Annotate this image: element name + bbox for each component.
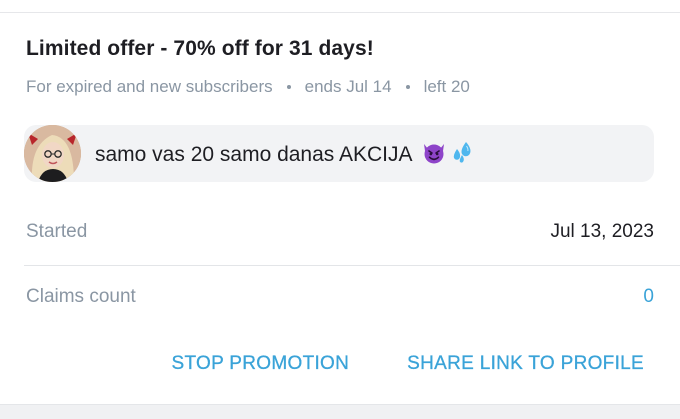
meta-separator-dot	[286, 85, 291, 89]
message-text: samo vas 20 samo danas AKCIJA	[95, 143, 413, 166]
stop-promotion-button[interactable]: STOP PROMOTION	[171, 353, 349, 375]
promotion-actions: STOP PROMOTION SHARE LINK TO PROFILE	[171, 353, 644, 375]
promotion-ends: ends Jul 14	[304, 77, 392, 96]
started-label: Started	[26, 221, 88, 242]
started-value: Jul 13, 2023	[550, 221, 654, 242]
promotion-title: Limited offer - 70% off for 31 days!	[26, 37, 374, 60]
sweat-droplets-emoji-icon	[449, 140, 475, 170]
row-divider	[24, 265, 680, 266]
promotion-audience: For expired and new subscribers	[26, 77, 273, 96]
promotion-message: samo vas 20 samo danas AKCIJA	[24, 125, 654, 182]
promotion-card: Limited offer - 70% off for 31 days! For…	[0, 13, 680, 404]
claims-count-label: Claims count	[26, 286, 136, 307]
bottom-separator	[0, 404, 680, 419]
smiling-devil-emoji-icon	[421, 140, 447, 170]
promotion-left: left 20	[423, 77, 470, 96]
promotion-meta: For expired and new subscribers ends Jul…	[26, 77, 470, 97]
claims-count-value: 0	[643, 286, 654, 307]
message-text-row: samo vas 20 samo danas AKCIJA	[95, 140, 475, 170]
avatar[interactable]	[24, 125, 81, 182]
meta-separator-dot	[405, 85, 410, 89]
share-link-to-profile-button[interactable]: SHARE LINK TO PROFILE	[407, 353, 644, 375]
